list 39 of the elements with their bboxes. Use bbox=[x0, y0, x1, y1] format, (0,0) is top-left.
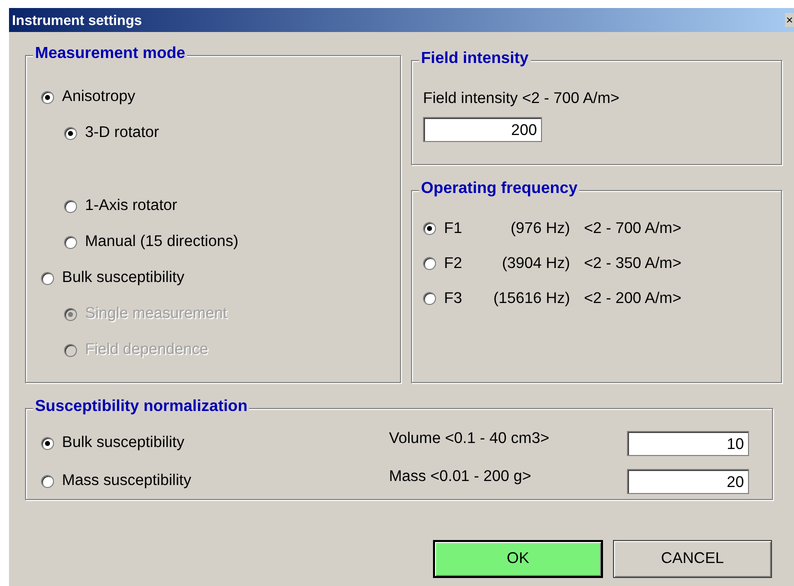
group-title: Susceptibility normalization bbox=[33, 397, 250, 417]
frequency-name[interactable]: F3 bbox=[444, 286, 476, 310]
close-button[interactable]: × bbox=[784, 13, 794, 27]
field-label: Field intensity <2 - 700 A/m> bbox=[423, 89, 620, 109]
radio-label[interactable]: Mass susceptibility bbox=[62, 469, 381, 493]
frequency-name[interactable]: F1 bbox=[444, 216, 476, 240]
radio-button[interactable] bbox=[64, 126, 77, 140]
radio-label[interactable]: Manual (15 directions) bbox=[85, 230, 238, 254]
frequency-name[interactable]: F2 bbox=[444, 252, 476, 276]
range-text: <2 - 350 A/m> bbox=[584, 254, 682, 274]
radio-button[interactable] bbox=[64, 200, 77, 212]
radio-button[interactable] bbox=[41, 474, 54, 488]
frequency-value: (3904 Hz) bbox=[500, 254, 570, 274]
radio-label[interactable]: Bulk susceptibility bbox=[62, 266, 184, 290]
window-title: Instrument settings bbox=[12, 10, 142, 30]
radio-button[interactable] bbox=[41, 272, 54, 284]
dialog-button[interactable]: OK bbox=[433, 540, 603, 578]
radio-button[interactable] bbox=[423, 257, 436, 270]
radio-button[interactable] bbox=[64, 236, 77, 248]
group-title: Operating frequency bbox=[419, 179, 580, 199]
range-text: <2 - 200 A/m> bbox=[584, 288, 682, 309]
dialog-button[interactable]: CANCEL bbox=[613, 540, 772, 578]
radio-button[interactable] bbox=[41, 436, 54, 450]
radio-label[interactable]: 3-D rotator bbox=[85, 121, 160, 145]
frequency-value: (976 Hz) bbox=[510, 218, 570, 239]
field-label: Mass <0.01 - 200 g> bbox=[389, 467, 532, 488]
range-text: <2 - 700 A/m> bbox=[584, 218, 682, 239]
field-label: Volume <0.1 - 40 cm3> bbox=[389, 429, 550, 450]
radio-button[interactable] bbox=[423, 222, 436, 235]
frequency-value: (15616 Hz) bbox=[492, 288, 570, 309]
radio-button[interactable] bbox=[41, 90, 54, 104]
group-title: Field intensity bbox=[419, 49, 531, 69]
radio-label[interactable]: Bulk susceptibility bbox=[62, 431, 381, 455]
radio-label[interactable]: 1-Axis rotator bbox=[85, 194, 178, 218]
radio-label[interactable]: Anisotropy bbox=[62, 85, 136, 109]
input-field[interactable]: 20 bbox=[627, 468, 749, 494]
input-field[interactable]: 200 bbox=[423, 117, 542, 142]
input-field[interactable]: 10 bbox=[627, 430, 749, 456]
radio-button[interactable] bbox=[423, 292, 436, 305]
